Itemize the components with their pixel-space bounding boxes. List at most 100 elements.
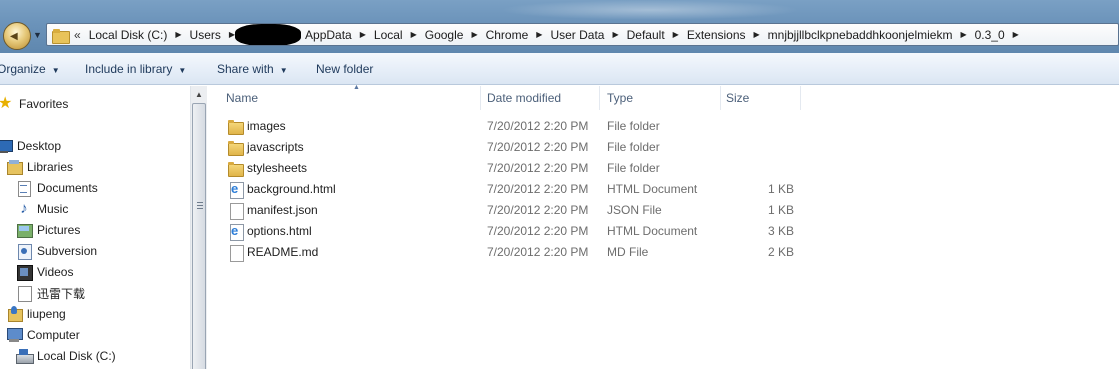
chevron-down-icon: ▼ xyxy=(51,66,60,75)
back-button[interactable]: ◀ xyxy=(3,22,31,50)
sidebar-item-local-disk[interactable]: Local Disk (C:) xyxy=(16,346,116,366)
breadcrumb-item[interactable]: Local xyxy=(372,28,405,42)
new-folder-button[interactable]: New folder xyxy=(316,62,373,76)
scrollbar-thumb[interactable] xyxy=(192,103,206,369)
share-with-label: Share with xyxy=(217,62,274,76)
breadcrumb-separator-icon[interactable]: ▶ xyxy=(673,30,679,39)
file-name: README.md xyxy=(247,245,319,259)
organize-label: Organize xyxy=(0,62,46,76)
file-date: 7/20/2012 2:20 PM xyxy=(487,140,589,154)
breadcrumb-item[interactable]: 0.3_0 xyxy=(973,28,1007,42)
user-folder-icon xyxy=(6,306,23,322)
sidebar-item-desktop[interactable]: Desktop xyxy=(0,136,61,156)
back-arrow-icon: ◀ xyxy=(10,31,18,42)
file-row[interactable]: images 7/20/2012 2:20 PM File folder xyxy=(208,116,808,137)
breadcrumb-item[interactable]: Default xyxy=(625,28,667,42)
breadcrumb-item[interactable]: Google xyxy=(423,28,466,42)
file-row[interactable]: background.html 7/20/2012 2:20 PM HTML D… xyxy=(208,179,808,200)
navigation-pane: ★ Favorites Desktop Libraries Documents … xyxy=(0,86,190,369)
sidebar-item-label: liupeng xyxy=(27,307,66,321)
sidebar-item-music[interactable]: ♪ Music xyxy=(16,199,68,219)
breadcrumb-separator-icon[interactable]: ▶ xyxy=(960,30,966,39)
breadcrumb-item[interactable]: User Data xyxy=(548,28,606,42)
file-type: HTML Document xyxy=(607,182,698,196)
navigation-pane-scrollbar[interactable]: ▲ xyxy=(190,86,207,369)
breadcrumb-separator-icon[interactable]: ▶ xyxy=(1013,30,1019,39)
file-row[interactable]: options.html 7/20/2012 2:20 PM HTML Docu… xyxy=(208,221,808,242)
sidebar-item-favorites[interactable]: ★ Favorites xyxy=(0,94,68,114)
file-size: 3 KB xyxy=(767,224,794,238)
breadcrumb-item[interactable]: Users xyxy=(188,28,223,42)
file-name-cell: manifest.json xyxy=(228,200,318,221)
column-header-type[interactable]: Type xyxy=(597,86,721,110)
breadcrumb-overflow-button[interactable]: « xyxy=(74,28,81,42)
file-name-cell: images xyxy=(228,116,286,137)
breadcrumb-separator-icon[interactable]: ▶ xyxy=(411,30,417,39)
sidebar-item-subversion[interactable]: Subversion xyxy=(16,241,97,261)
breadcrumb-item[interactable]: AppData xyxy=(303,28,354,42)
file-name-cell: stylesheets xyxy=(228,158,307,179)
sidebar-item-label: Local Disk (C:) xyxy=(37,349,116,363)
sidebar-item-user[interactable]: liupeng xyxy=(6,304,66,324)
pictures-icon xyxy=(16,222,33,238)
breadcrumb-item[interactable]: Local Disk (C:) xyxy=(87,28,170,42)
hard-disk-icon xyxy=(16,348,34,364)
file-type: JSON File xyxy=(607,203,662,217)
file-row[interactable]: javascripts 7/20/2012 2:20 PM File folde… xyxy=(208,137,808,158)
titlebar-glow xyxy=(500,0,800,20)
sidebar-item-pictures[interactable]: Pictures xyxy=(16,220,80,240)
sidebar-item-libraries[interactable]: Libraries xyxy=(6,157,73,177)
organize-button[interactable]: Organize ▼ xyxy=(0,62,60,76)
breadcrumb-separator-icon[interactable]: ▶ xyxy=(754,30,760,39)
file-row[interactable]: manifest.json 7/20/2012 2:20 PM JSON Fil… xyxy=(208,200,808,221)
folder-icon xyxy=(52,28,70,44)
breadcrumb-separator-icon[interactable]: ▶ xyxy=(360,30,366,39)
document-icon xyxy=(16,285,32,302)
column-header-label: Name xyxy=(226,91,259,105)
libraries-icon xyxy=(6,159,23,175)
sort-ascending-icon: ▲ xyxy=(353,84,360,91)
breadcrumb-separator-icon[interactable]: ▶ xyxy=(536,30,542,39)
folder-icon xyxy=(228,119,244,135)
folder-icon xyxy=(228,140,244,156)
sidebar-item-xunlei[interactable]: 迅雷下载 xyxy=(16,283,85,303)
column-header-name[interactable]: Name ▲ xyxy=(216,84,481,110)
breadcrumb-item[interactable]: Chrome xyxy=(484,28,531,42)
subversion-icon xyxy=(16,243,32,260)
file-row[interactable]: stylesheets 7/20/2012 2:20 PM File folde… xyxy=(208,158,808,179)
star-icon: ★ xyxy=(0,95,13,112)
file-date: 7/20/2012 2:20 PM xyxy=(487,182,589,196)
breadcrumb-separator-icon[interactable]: ▶ xyxy=(471,30,477,39)
file-name: background.html xyxy=(247,182,336,196)
recent-pages-dropdown-icon[interactable]: ▼ xyxy=(33,30,42,40)
include-in-library-button[interactable]: Include in library ▼ xyxy=(85,62,186,76)
breadcrumb-item[interactable]: mnjbjjllbclkpnebaddhkoonjelmiekm xyxy=(766,28,955,42)
address-bar[interactable]: « Local Disk (C:) ▶ Users ▶ AppData ▶ Lo… xyxy=(46,23,1119,46)
column-header-size[interactable]: Size xyxy=(716,86,801,110)
file-type: File folder xyxy=(607,119,660,133)
breadcrumb-item[interactable]: Extensions xyxy=(685,28,748,42)
file-name: manifest.json xyxy=(247,203,318,217)
column-header-date-modified[interactable]: Date modified xyxy=(477,86,600,110)
file-row[interactable]: README.md 7/20/2012 2:20 PM MD File 2 KB xyxy=(208,242,808,263)
file-date: 7/20/2012 2:20 PM xyxy=(487,224,589,238)
folder-icon xyxy=(228,161,244,177)
file-name-cell: options.html xyxy=(228,221,312,242)
column-header-label: Size xyxy=(726,91,750,105)
desktop-icon xyxy=(0,138,13,154)
sidebar-item-computer[interactable]: Computer xyxy=(6,325,80,345)
column-header-label: Date modified xyxy=(487,91,562,105)
share-with-button[interactable]: Share with ▼ xyxy=(217,62,288,76)
file-type: MD File xyxy=(607,245,649,259)
file-size: 1 KB xyxy=(767,182,794,196)
html-file-icon xyxy=(228,181,244,199)
sidebar-item-label: Pictures xyxy=(37,223,81,237)
sidebar-item-documents[interactable]: Documents xyxy=(16,178,98,198)
sidebar-item-label: Favorites xyxy=(19,97,69,111)
sidebar-item-videos[interactable]: Videos xyxy=(16,262,73,282)
breadcrumb-separator-icon[interactable]: ▶ xyxy=(612,30,618,39)
scroll-up-icon[interactable]: ▲ xyxy=(191,86,207,103)
sidebar-item-label: Documents xyxy=(37,181,98,195)
breadcrumb-separator-icon[interactable]: ▶ xyxy=(175,30,181,39)
file-icon xyxy=(228,202,244,220)
